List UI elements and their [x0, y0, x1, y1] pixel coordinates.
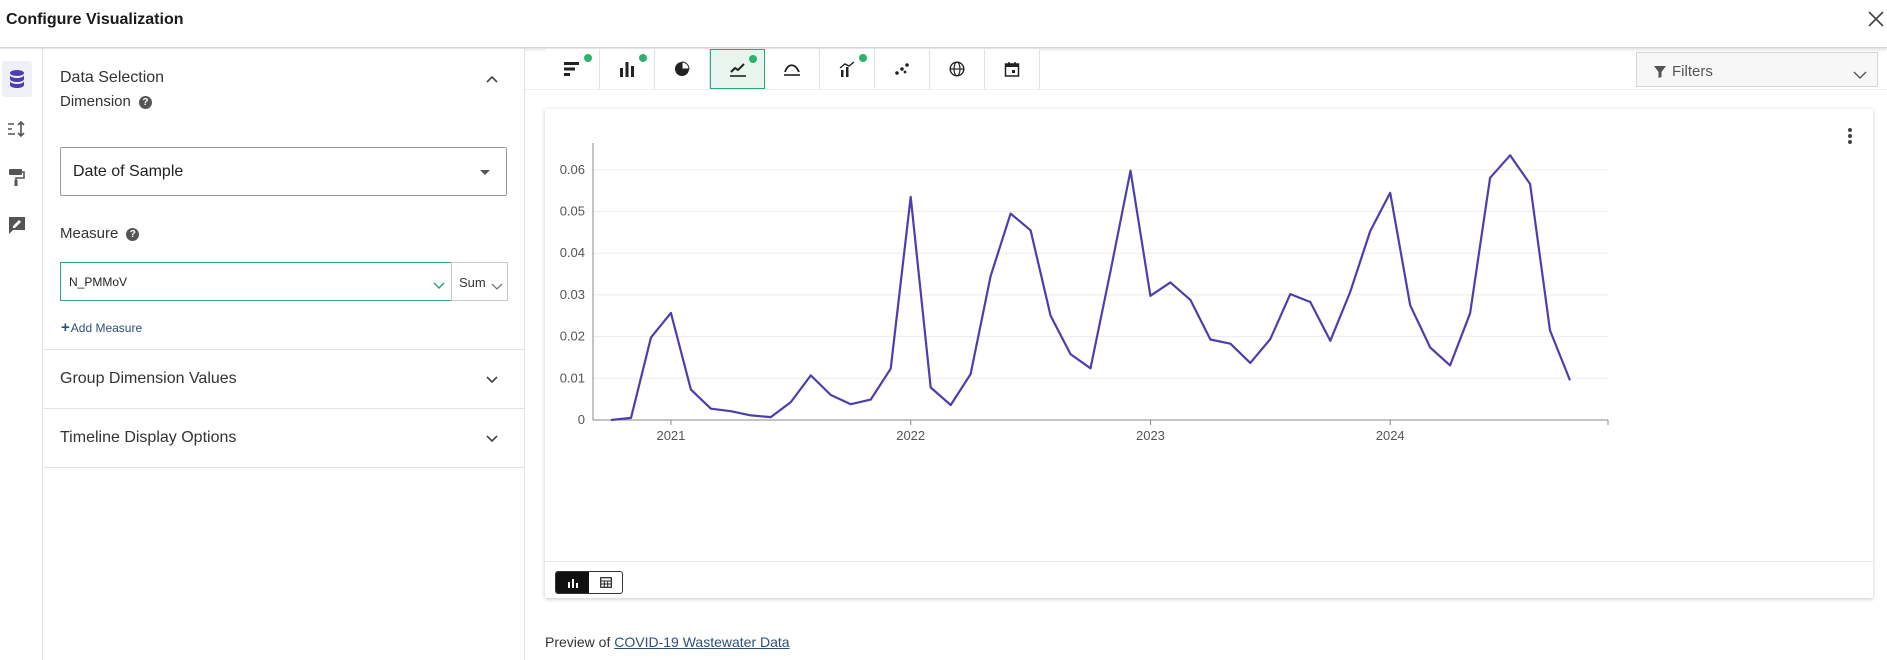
- paint-roller-icon[interactable]: [2, 159, 32, 195]
- config-panel: Data Selection Dimension? Date of Sample…: [44, 49, 525, 660]
- x-tick-label: 2024: [1376, 428, 1405, 443]
- area-curve-button[interactable]: [765, 49, 820, 89]
- plus-icon: +: [61, 319, 70, 336]
- caret-down-icon: [480, 170, 490, 175]
- y-tick-label: 0.04: [560, 245, 585, 260]
- calendar-button[interactable]: [985, 49, 1040, 89]
- table-view-button[interactable]: [589, 572, 622, 593]
- calendar-icon: [1004, 62, 1020, 77]
- area-curve-icon: [784, 64, 800, 76]
- y-tick-label: 0.06: [560, 162, 585, 177]
- dimension-value: Date of Sample: [73, 163, 184, 180]
- series-line: [610, 154, 1572, 422]
- filters-dropdown[interactable]: Filters: [1636, 52, 1878, 87]
- timeline-options-label: Timeline Display Options: [60, 429, 237, 446]
- preview-prefix: Preview of: [545, 634, 611, 650]
- map-globe-button[interactable]: [930, 49, 985, 89]
- chevron-down-icon: [433, 277, 445, 295]
- dialog-title: Configure Visualization: [6, 11, 184, 28]
- dimension-label-text: Dimension: [60, 93, 131, 110]
- add-measure-button[interactable]: +Add Measure: [61, 319, 142, 336]
- filters-label: Filters: [1672, 63, 1713, 80]
- y-tick-label: 0.01: [560, 370, 585, 385]
- divider: [545, 561, 1873, 562]
- combo-chart-icon: [839, 61, 855, 77]
- y-tick-label: 0.03: [560, 287, 585, 302]
- measure-label: Measure?: [60, 225, 140, 242]
- y-tick-label: 0: [578, 412, 585, 427]
- measure-label-text: Measure: [60, 225, 119, 242]
- edit-note-icon[interactable]: [2, 207, 32, 243]
- chart-type-toolbar: [545, 49, 1040, 89]
- vertical-bar-chart-button[interactable]: [600, 49, 655, 89]
- line-chart-icon: [729, 63, 746, 77]
- chevron-down-icon: [485, 372, 499, 390]
- chart-card: 0 0.01 0.02 0.03 0.04 0.05 0.06 2021 2022 2023 202…: [545, 109, 1873, 598]
- view-toggle: [555, 571, 623, 594]
- x-tick-label: 2023: [1136, 428, 1165, 443]
- measure-select[interactable]: N_PMMoV: [60, 262, 452, 301]
- pie-chart-icon: [675, 61, 690, 76]
- dialog-header: Configure Visualization: [0, 0, 1887, 48]
- combo-chart-button[interactable]: [820, 49, 875, 89]
- database-icon[interactable]: [2, 61, 32, 97]
- vertical-bar-chart-icon: [620, 62, 634, 77]
- divider: [525, 89, 1887, 90]
- preview-caption: Preview of COVID-19 Wastewater Data: [545, 634, 790, 650]
- close-icon[interactable]: [1865, 8, 1887, 30]
- aggregation-select[interactable]: Sum: [451, 262, 508, 301]
- dimension-select[interactable]: Date of Sample: [60, 147, 507, 196]
- data-selection-label: Data Selection: [60, 69, 165, 86]
- dimension-label: Dimension?: [60, 93, 152, 110]
- help-icon[interactable]: ?: [138, 96, 152, 109]
- chevron-down-icon: [485, 431, 499, 449]
- x-tick-label: 2022: [896, 428, 925, 443]
- scatter-chart-button[interactable]: [875, 49, 930, 89]
- config-icon-rail: [0, 49, 43, 660]
- status-dot: [639, 54, 647, 62]
- y-tick-label: 0.02: [560, 329, 585, 344]
- help-icon[interactable]: ?: [126, 228, 140, 241]
- filter-icon: [1653, 65, 1667, 84]
- add-measure-label: Add Measure: [70, 321, 143, 335]
- line-chart-button[interactable]: [710, 49, 765, 89]
- table-icon: [599, 577, 612, 588]
- bar-chart-icon: [567, 578, 578, 588]
- status-dot: [749, 55, 757, 63]
- x-tick-label: 2021: [656, 428, 685, 443]
- chevron-up-icon: [485, 71, 499, 89]
- measure-value: N_PMMoV: [69, 275, 128, 289]
- group-dimension-label: Group Dimension Values: [60, 370, 237, 387]
- group-dimension-header[interactable]: Group Dimension Values: [44, 350, 525, 408]
- chevron-down-icon: [491, 278, 503, 296]
- map-globe-icon: [949, 61, 965, 77]
- status-dot: [859, 54, 867, 62]
- scatter-chart-icon: [895, 63, 909, 75]
- divider: [44, 467, 525, 468]
- aggregation-value: Sum: [459, 275, 486, 290]
- chevron-down-icon: [1853, 67, 1867, 85]
- line-chart: 0 0.01 0.02 0.03 0.04 0.05 0.06 2021 2022 2023 202…: [560, 143, 1609, 443]
- horizontal-bar-chart-icon: [564, 62, 579, 76]
- pie-chart-button[interactable]: [655, 49, 710, 89]
- timeline-options-header[interactable]: Timeline Display Options: [44, 409, 525, 467]
- sort-icon[interactable]: [2, 111, 32, 147]
- chart-view-button[interactable]: [556, 572, 589, 593]
- dataset-link[interactable]: COVID-19 Wastewater Data: [614, 634, 789, 650]
- horizontal-bar-chart-button[interactable]: [545, 49, 600, 89]
- status-dot: [584, 54, 592, 62]
- y-tick-label: 0.05: [560, 204, 585, 219]
